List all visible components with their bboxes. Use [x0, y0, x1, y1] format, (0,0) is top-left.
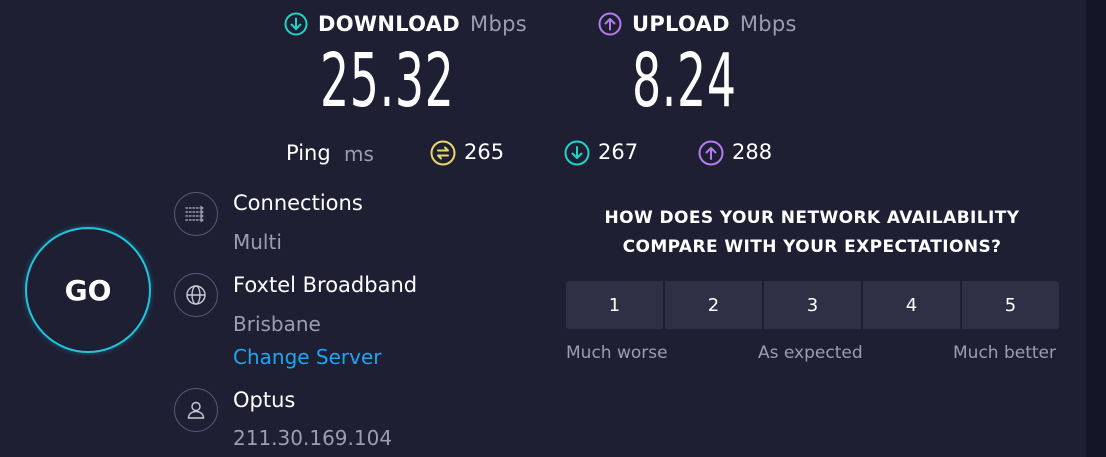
server-location: Brisbane [233, 312, 321, 336]
connections-value: Multi [233, 230, 282, 254]
ping-idle-value: 265 [464, 140, 505, 164]
ping-upload: 288 [698, 140, 773, 166]
go-button[interactable]: GO [25, 227, 151, 353]
download-label: DOWNLOAD [318, 12, 461, 36]
user-icon [174, 388, 218, 432]
connections-title: Connections [233, 191, 363, 215]
upload-label: UPLOAD [632, 12, 730, 36]
upload-speed-value: 8.24 [632, 38, 737, 124]
rating-option-1[interactable]: 1 [566, 281, 663, 329]
server-name: Foxtel Broadband [233, 273, 418, 297]
upload-header: UPLOAD Mbps [598, 12, 797, 36]
scale-high-label: Much better [953, 343, 1056, 363]
ping-download-value: 267 [598, 140, 639, 164]
ping-upload-value: 288 [732, 140, 773, 164]
provider-ip: 211.30.169.104 [233, 426, 393, 450]
rating-scale: 1 2 3 4 5 [566, 281, 1059, 329]
provider-name: Optus [233, 388, 296, 412]
download-unit: Mbps [470, 12, 527, 36]
survey-question: HOW DOES YOUR NETWORK AVAILABILITY COMPA… [552, 204, 1072, 262]
survey-question-line-2: COMPARE WITH YOUR EXPECTATIONS? [622, 237, 1002, 257]
upload-unit: Mbps [739, 12, 797, 36]
rating-option-2[interactable]: 2 [665, 281, 762, 329]
change-server-link[interactable]: Change Server [233, 345, 382, 369]
globe-icon [174, 273, 218, 317]
ping-idle-icon [430, 140, 456, 166]
connections-icon [174, 192, 218, 236]
upload-arrow-icon [598, 12, 622, 36]
upload-arrow-icon [698, 140, 724, 166]
rating-option-5[interactable]: 5 [962, 281, 1059, 329]
download-header: DOWNLOAD Mbps [284, 12, 527, 36]
right-edge-panel [1086, 0, 1106, 457]
download-speed-value: 25.32 [320, 38, 455, 124]
rating-option-3[interactable]: 3 [764, 281, 861, 329]
ping-unit: ms [344, 142, 374, 166]
ping-label: Ping [286, 141, 331, 165]
scale-low-label: Much worse [566, 343, 668, 363]
rating-option-4[interactable]: 4 [863, 281, 960, 329]
ping-idle: 265 [430, 140, 505, 166]
survey-question-line-1: HOW DOES YOUR NETWORK AVAILABILITY [604, 208, 1020, 228]
download-arrow-icon [564, 140, 590, 166]
ping-download: 267 [564, 140, 639, 166]
scale-mid-label: As expected [758, 343, 863, 363]
download-arrow-icon [284, 12, 308, 36]
